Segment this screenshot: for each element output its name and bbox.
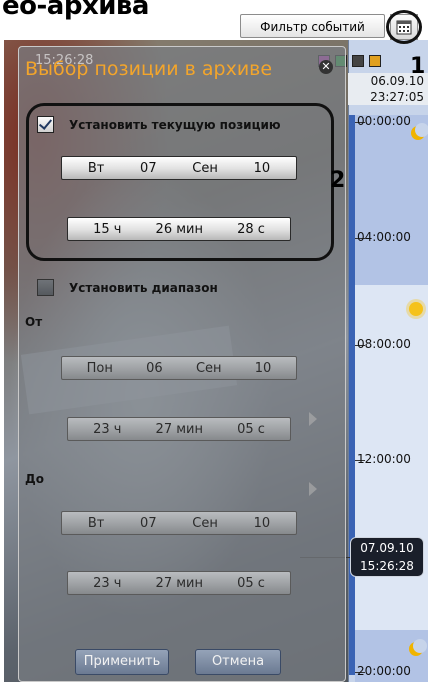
from-date-num[interactable]: 06: [146, 361, 163, 376]
from-date-month[interactable]: Сен: [196, 361, 222, 376]
current-position-checkbox[interactable]: [37, 116, 54, 133]
moon-icon: [409, 639, 427, 656]
range-from-label: От: [25, 315, 43, 329]
to-time-field[interactable]: 23 ч 27 мин 05 с: [67, 571, 291, 595]
from-date-year[interactable]: 10: [255, 361, 272, 376]
to-time-seconds[interactable]: 05 с: [237, 576, 265, 591]
to-date-day[interactable]: Вт: [88, 516, 105, 531]
moon-icon: [411, 123, 428, 140]
from-time-hours[interactable]: 23 ч: [93, 422, 121, 437]
current-time-seconds[interactable]: 28 с: [237, 222, 265, 237]
current-date-field[interactable]: Вт 07 Сен 10: [61, 156, 297, 180]
current-time-minutes[interactable]: 26 мин: [156, 222, 203, 237]
event-filter-button[interactable]: Фильтр событий: [240, 14, 385, 38]
from-time-minutes[interactable]: 27 мин: [156, 422, 203, 437]
callout-circle: [386, 10, 422, 44]
current-time-hours[interactable]: 15 ч: [93, 222, 121, 237]
timeline-record-bar: [349, 115, 355, 675]
sound-icon[interactable]: [352, 55, 364, 67]
to-date-month[interactable]: Сен: [192, 516, 218, 531]
screenshot-frame: ео-архива 00:00:00 04:00:00 08:00:00 12:…: [0, 0, 428, 682]
range-label: Установить диапазон: [69, 281, 218, 295]
to-time-hours[interactable]: 23 ч: [93, 576, 121, 591]
from-date-day[interactable]: Пон: [87, 361, 113, 376]
timeline-tick-label: 12:00:00: [357, 452, 411, 466]
dialog-title: Выбор позиции в архиве: [25, 58, 273, 80]
arrow-hint-icon: [309, 412, 317, 426]
arrow-hint-icon: [309, 482, 317, 496]
sun-icon: [409, 302, 423, 316]
timeline-time: 23:27:05: [370, 90, 424, 104]
current-date-num[interactable]: 07: [140, 161, 157, 176]
current-date-day[interactable]: Вт: [88, 161, 105, 176]
range-checkbox[interactable]: [37, 279, 54, 296]
from-date-field[interactable]: Пон 06 Сен 10: [61, 356, 297, 380]
archive-timeline[interactable]: 00:00:00 04:00:00 08:00:00 12:00:00 20:0…: [348, 40, 428, 682]
timeline-position-marker[interactable]: 07.09.10 15:26:28: [350, 537, 424, 577]
close-icon[interactable]: ✕: [319, 60, 333, 74]
current-date-year[interactable]: 10: [254, 161, 271, 176]
page-heading-fragment: ео-архива: [2, 0, 149, 21]
timeline-tick-label: 04:00:00: [357, 230, 411, 244]
from-time-seconds[interactable]: 05 с: [237, 422, 265, 437]
to-date-field[interactable]: Вт 07 Сен 10: [61, 511, 297, 535]
timeline-tick-label: 08:00:00: [357, 337, 411, 351]
hd-icon[interactable]: [369, 55, 381, 67]
marker-date: 07.09.10: [360, 541, 414, 555]
apply-button[interactable]: Применить: [75, 649, 169, 675]
archive-position-dialog: 15:26:28 Выбор позиции в архиве ✕ Устано…: [18, 46, 346, 682]
to-time-minutes[interactable]: 27 мин: [156, 576, 203, 591]
callout-number-2: 2: [330, 168, 346, 193]
current-date-month[interactable]: Сен: [192, 161, 218, 176]
callout-number-1: 1: [410, 54, 426, 79]
cancel-button[interactable]: Отмена: [195, 649, 281, 675]
current-time-field[interactable]: 15 ч 26 мин 28 с: [67, 217, 291, 241]
range-to-label: До: [25, 472, 44, 486]
to-date-year[interactable]: 10: [254, 516, 271, 531]
timeline-tick-label: 20:00:00: [357, 664, 411, 678]
to-date-num[interactable]: 07: [140, 516, 157, 531]
marker-time: 15:26:28: [360, 559, 414, 573]
timeline-night-segment: [355, 115, 428, 285]
timeline-tick-label: 00:00:00: [357, 114, 411, 128]
from-time-field[interactable]: 23 ч 27 мин 05 с: [67, 417, 291, 441]
current-position-label: Установить текущую позицию: [69, 118, 281, 132]
